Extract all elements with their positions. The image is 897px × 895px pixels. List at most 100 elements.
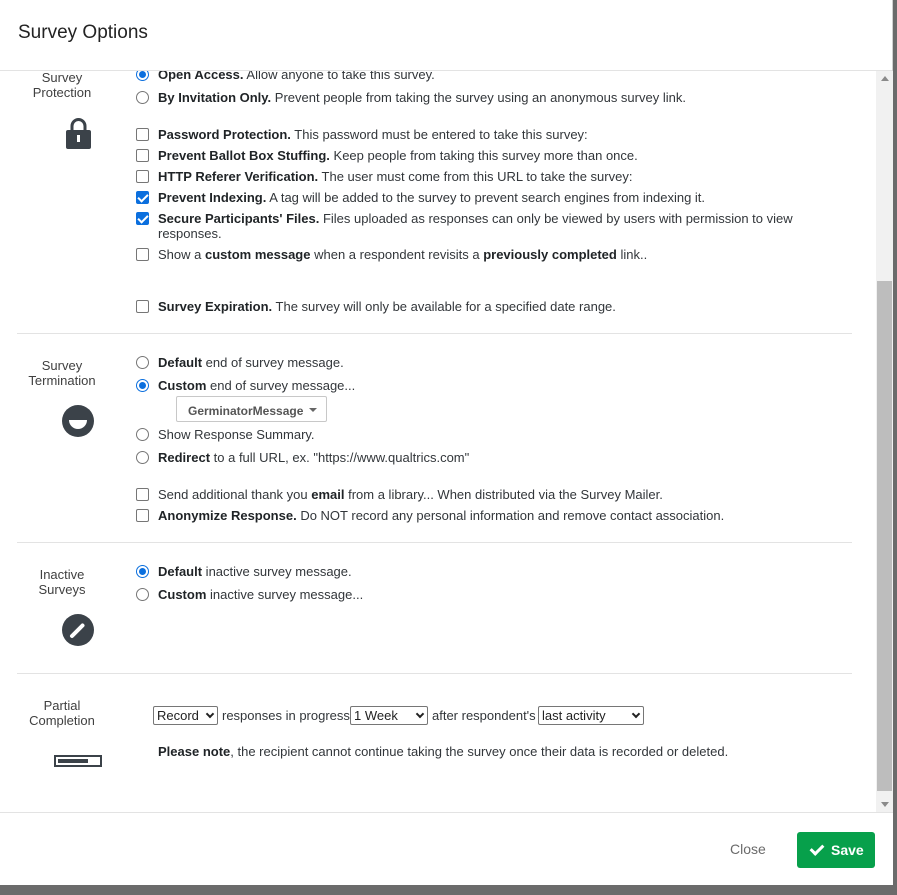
pencil-icon xyxy=(62,614,94,646)
modal-footer: Close Save xyxy=(0,812,893,885)
ballot-stuffing-title: Prevent Ballot Box Stuffing. xyxy=(158,148,330,163)
survey-options-modal: Survey Options Survey Protection Open Ac… xyxy=(0,0,893,885)
default-inactive-desc: inactive survey message. xyxy=(202,564,352,579)
thank-you-email-bold: email xyxy=(311,487,345,502)
referer-verification-checkbox[interactable] xyxy=(136,170,149,183)
ballot-stuffing-desc: Keep people from taking this survey more… xyxy=(329,148,638,163)
duration-value: 1 Week xyxy=(354,708,398,723)
open-access-desc: Allow anyone to take this survey. xyxy=(243,71,435,82)
response-summary-radio[interactable] xyxy=(136,428,149,441)
modal-header: Survey Options xyxy=(0,0,892,71)
redirect-radio[interactable] xyxy=(136,451,149,464)
default-end-desc: end of survey message. xyxy=(202,355,344,370)
response-summary-desc: Show Response Summary. xyxy=(158,427,315,442)
anonymize-response-checkbox[interactable] xyxy=(136,509,149,522)
record-action-select[interactable]: Record xyxy=(153,706,218,725)
section-divider xyxy=(17,673,852,674)
options-content: Survey Protection Open Access. Allow any… xyxy=(0,71,876,812)
save-button-label: Save xyxy=(831,842,864,858)
custom-end-title: Custom xyxy=(158,378,207,393)
password-protection-checkbox[interactable] xyxy=(136,128,149,141)
anonymize-response-desc: Do NOT record any personal information a… xyxy=(296,508,725,523)
activity-basis-select[interactable]: last activity xyxy=(538,706,644,725)
scroll-up-arrow-icon[interactable] xyxy=(881,76,889,81)
after-respondent-text: after respondent's xyxy=(432,708,536,723)
activity-basis-value: last activity xyxy=(542,708,606,723)
duration-select[interactable]: 1 Week xyxy=(350,706,428,725)
custom-inactive-title: Custom xyxy=(158,587,207,602)
note-bold: Please note xyxy=(158,744,231,759)
prevent-indexing-option[interactable]: Prevent Indexing. A tag will be added to… xyxy=(136,190,705,205)
chevron-down-icon xyxy=(309,408,317,412)
default-inactive-title: Default xyxy=(158,564,203,579)
custom-message-option[interactable]: Show a custom message when a respondent … xyxy=(136,247,647,262)
record-action-value: Record xyxy=(157,708,199,723)
modal-body: Survey Protection Open Access. Allow any… xyxy=(0,71,893,812)
survey-expiration-checkbox[interactable] xyxy=(136,300,149,313)
chevron-down-icon xyxy=(415,709,425,719)
default-end-message-radio[interactable] xyxy=(136,356,149,369)
partial-completion-label: Partial Completion xyxy=(29,698,95,728)
password-protection-option[interactable]: Password Protection. This password must … xyxy=(136,127,588,142)
inactive-surveys-label: Inactive Surveys xyxy=(38,567,86,597)
ballot-stuffing-option[interactable]: Prevent Ballot Box Stuffing. Keep people… xyxy=(136,148,638,163)
default-end-message-option[interactable]: Default end of survey message. xyxy=(136,355,344,370)
thank-you-email-post: from a library... When distributed via t… xyxy=(344,487,663,502)
scroll-down-arrow-icon[interactable] xyxy=(881,802,889,807)
redirect-option[interactable]: Redirect to a full URL, ex. "https://www… xyxy=(136,450,469,465)
anonymize-response-option[interactable]: Anonymize Response. Do NOT record any pe… xyxy=(136,508,724,523)
check-icon xyxy=(809,841,825,856)
secure-files-option[interactable]: Secure Participants' Files. Files upload… xyxy=(136,211,793,241)
vertical-scrollbar[interactable] xyxy=(876,71,893,812)
custom-message-mid: when a respondent revisits a xyxy=(310,247,484,262)
custom-message-checkbox[interactable] xyxy=(136,248,149,261)
custom-end-message-option[interactable]: Custom end of survey message... xyxy=(136,378,355,393)
open-access-option[interactable]: Open Access. Allow anyone to take this s… xyxy=(136,71,435,82)
password-protection-title: Password Protection. xyxy=(158,127,291,142)
default-inactive-message-option[interactable]: Default inactive survey message. xyxy=(136,564,352,579)
invitation-only-option[interactable]: By Invitation Only. Prevent people from … xyxy=(136,90,686,105)
custom-end-desc: end of survey message... xyxy=(206,378,356,393)
secure-files-title: Secure Participants' Files. xyxy=(158,211,320,226)
default-end-title: Default xyxy=(158,355,203,370)
password-protection-desc: This password must be entered to take th… xyxy=(290,127,588,142)
referer-verification-option[interactable]: HTTP Referer Verification. The user must… xyxy=(136,169,632,184)
custom-message-bold: custom message xyxy=(204,247,311,262)
secure-files-desc-cont: responses. xyxy=(158,226,222,241)
redirect-title: Redirect xyxy=(158,450,211,465)
section-divider xyxy=(17,542,852,543)
custom-inactive-message-option[interactable]: Custom inactive survey message... xyxy=(136,587,363,602)
custom-inactive-desc: inactive survey message... xyxy=(206,587,364,602)
thank-you-email-pre: Send additional thank you xyxy=(158,487,312,502)
end-message-value: GerminatorMessage xyxy=(188,404,304,418)
close-button[interactable]: Close xyxy=(730,841,766,857)
chevron-down-icon xyxy=(205,709,215,719)
scrollbar-thumb[interactable] xyxy=(877,281,892,791)
modal-title: Survey Options xyxy=(18,22,148,43)
invitation-only-desc: Prevent people from taking the survey us… xyxy=(271,90,686,105)
invitation-only-title: By Invitation Only. xyxy=(158,90,272,105)
survey-expiration-option[interactable]: Survey Expiration. The survey will only … xyxy=(136,299,616,314)
custom-inactive-radio[interactable] xyxy=(136,588,149,601)
open-access-title: Open Access. xyxy=(158,71,244,82)
survey-expiration-desc: The survey will only be available for a … xyxy=(272,299,616,314)
survey-expiration-title: Survey Expiration. xyxy=(158,299,273,314)
response-summary-option[interactable]: Show Response Summary. xyxy=(136,427,315,442)
invitation-only-radio[interactable] xyxy=(136,91,149,104)
secure-files-checkbox[interactable] xyxy=(136,212,149,225)
save-button[interactable]: Save xyxy=(797,832,875,868)
thank-you-email-checkbox[interactable] xyxy=(136,488,149,501)
custom-end-message-radio[interactable] xyxy=(136,379,149,392)
smile-icon xyxy=(62,405,94,437)
progress-bar-icon xyxy=(54,755,102,767)
custom-message-post: link.. xyxy=(616,247,648,262)
ballot-stuffing-checkbox[interactable] xyxy=(136,149,149,162)
secure-files-desc: Files uploaded as responses can only be … xyxy=(319,211,793,226)
end-message-dropdown[interactable]: GerminatorMessage xyxy=(176,396,327,422)
default-inactive-radio[interactable] xyxy=(136,565,149,578)
thank-you-email-option[interactable]: Send additional thank you email from a l… xyxy=(136,487,663,502)
lock-icon xyxy=(66,118,91,149)
prevent-indexing-checkbox[interactable] xyxy=(136,191,149,204)
note-text: , the recipient cannot continue taking t… xyxy=(230,744,729,759)
survey-protection-label: Survey Protection xyxy=(32,71,92,100)
